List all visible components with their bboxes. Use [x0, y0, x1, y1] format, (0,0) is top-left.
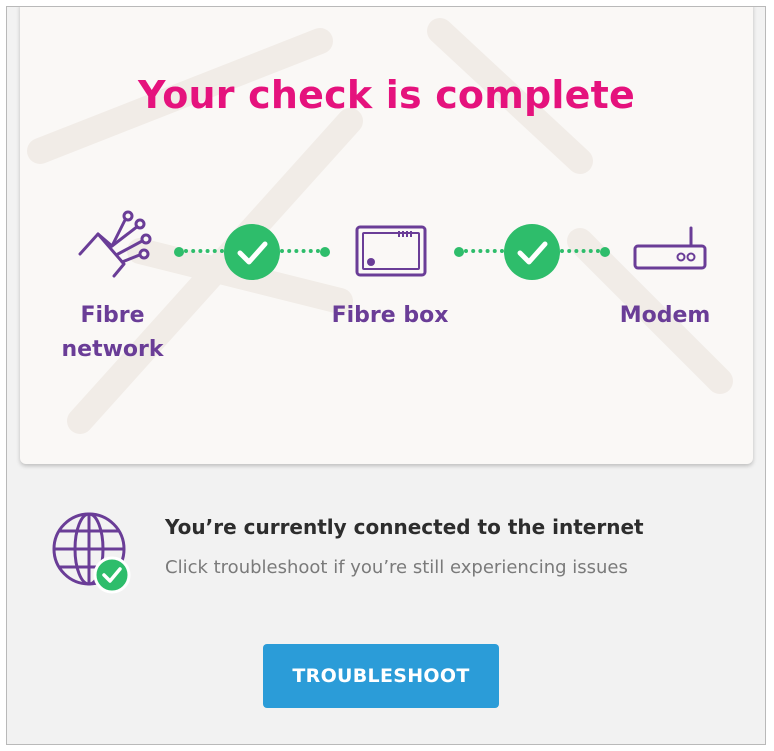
node-label-fibre-box: Fibre box — [331, 303, 449, 328]
panel: Your check is complete Fibre network Fib… — [6, 6, 766, 745]
check-icon — [224, 224, 280, 280]
connection-status-subtitle: Click troubleshoot if you’re still exper… — [165, 557, 628, 578]
modem-icon — [633, 226, 707, 270]
connection-check-card: Your check is complete Fibre network Fib… — [20, 7, 753, 464]
node-label-modem: Modem — [619, 303, 711, 328]
troubleshoot-button[interactable]: TROUBLESHOOT — [263, 644, 499, 708]
link-dotted-line — [184, 249, 224, 253]
node-label-fibre-network: Fibre network — [60, 299, 165, 367]
globe-icon — [52, 512, 131, 594]
link-dot-end — [600, 247, 610, 257]
link-dotted-line — [280, 249, 320, 253]
link-dot-start — [454, 247, 464, 257]
link-dot-start — [174, 247, 184, 257]
link-dotted-line — [464, 249, 504, 253]
link-dotted-line — [560, 249, 600, 253]
node-label-line2: network — [61, 337, 164, 362]
check-icon — [93, 556, 131, 594]
connection-status-title: You’re currently connected to the intern… — [165, 515, 644, 539]
node-label-line1: Fibre — [80, 303, 145, 328]
fibre-box-icon — [355, 225, 427, 277]
fibre-network-icon — [78, 210, 152, 278]
connection-chain: Fibre network Fibre box Modem — [20, 7, 753, 464]
check-icon — [504, 224, 560, 280]
link-dot-end — [320, 247, 330, 257]
